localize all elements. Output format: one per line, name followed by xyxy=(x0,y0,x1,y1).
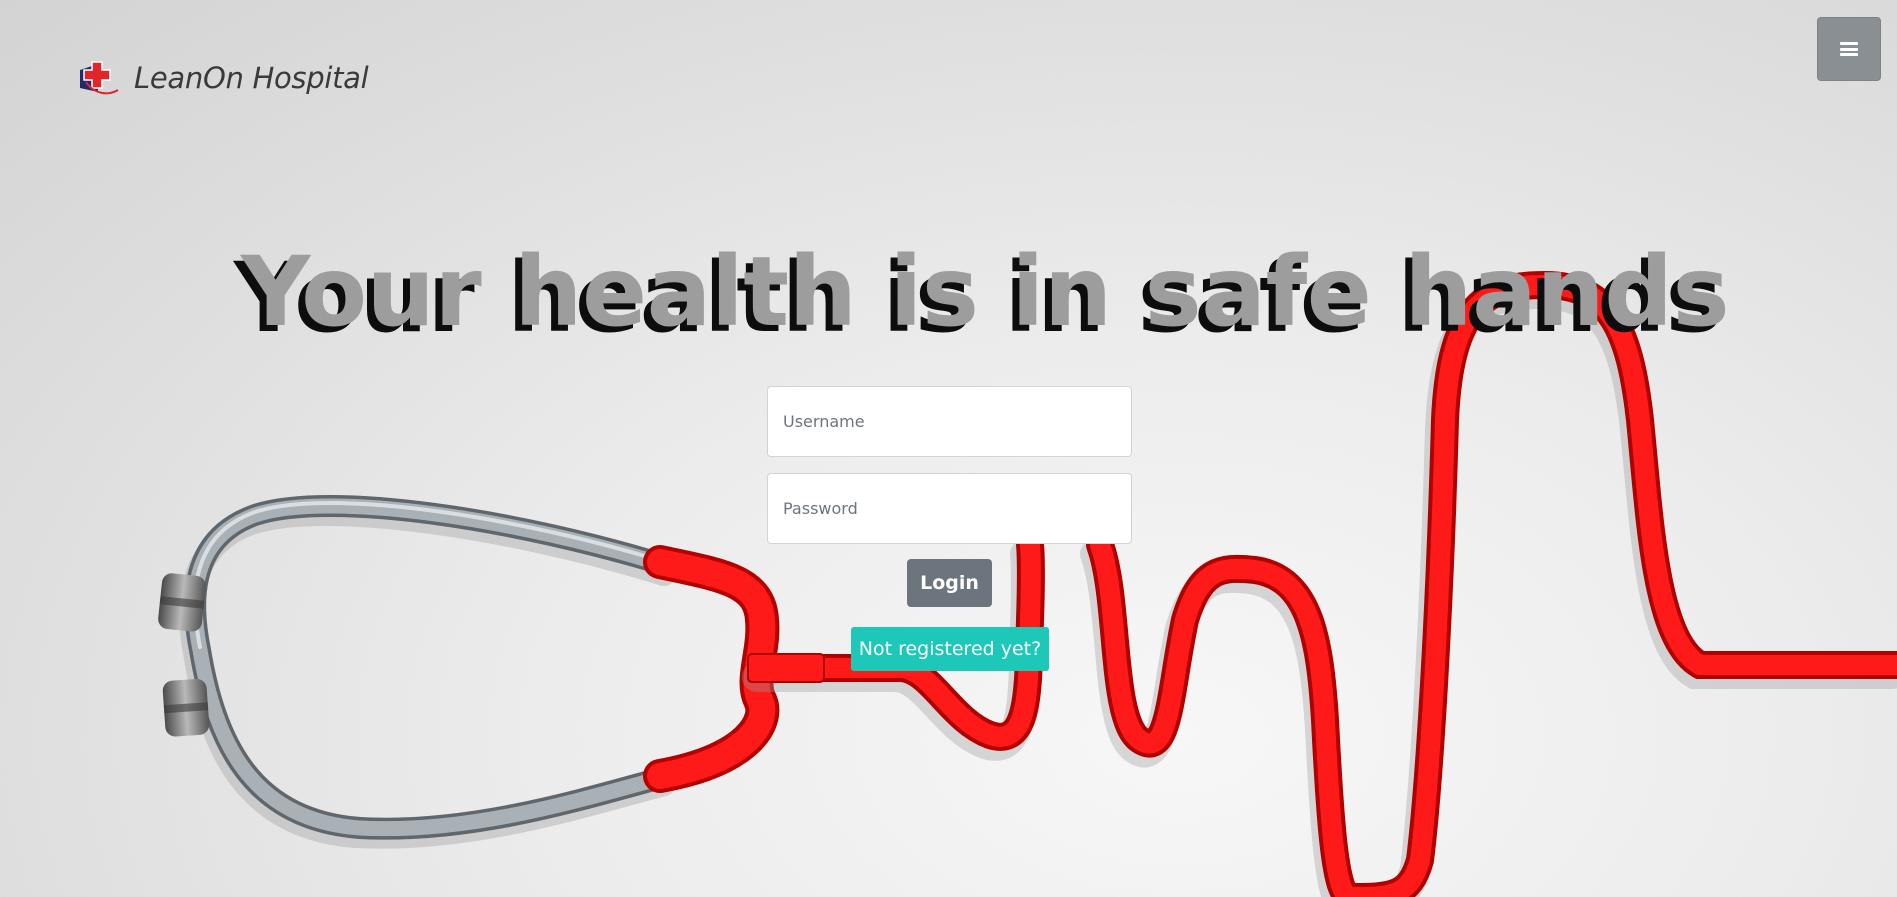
hamburger-menu-icon xyxy=(1840,42,1858,56)
earpiece xyxy=(158,573,206,632)
hero-title: Your health is in safe hands xyxy=(240,236,1730,348)
register-button[interactable]: Not registered yet? xyxy=(851,627,1049,671)
earpiece xyxy=(162,678,210,737)
login-form: Login Not registered yet? xyxy=(767,386,1132,671)
brand[interactable]: LeanOn Hospital xyxy=(78,58,369,98)
login-button[interactable]: Login xyxy=(907,559,992,607)
username-input[interactable] xyxy=(767,386,1132,457)
brand-name: LeanOn Hospital xyxy=(134,61,369,95)
menu-toggle-button[interactable] xyxy=(1817,17,1881,81)
hospital-cross-logo xyxy=(80,61,119,95)
password-input[interactable] xyxy=(767,473,1132,544)
